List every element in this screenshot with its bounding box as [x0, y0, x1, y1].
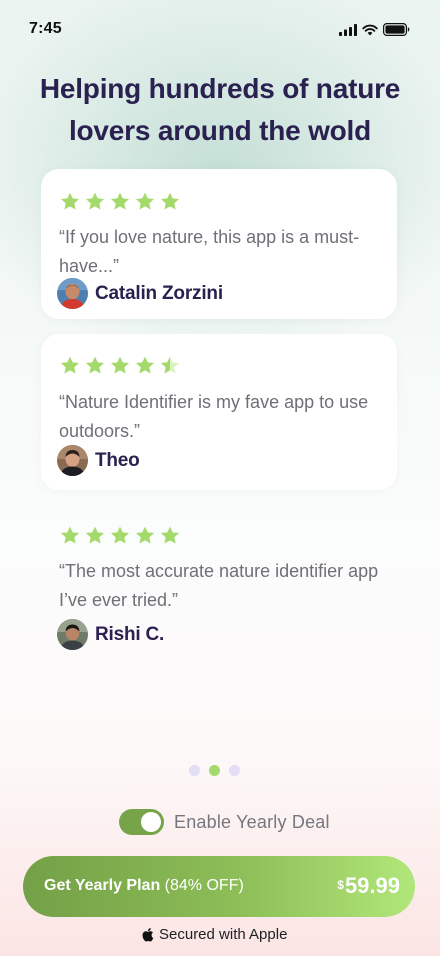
star-icon: [59, 525, 81, 546]
star-rating: [59, 525, 181, 546]
star-icon: [134, 355, 156, 376]
star-rating: [59, 355, 181, 376]
yearly-deal-row: Enable Yearly Deal: [119, 809, 330, 835]
half-star-icon: [159, 355, 181, 376]
review-card: “Nature Identifier is my fave app to use…: [41, 334, 397, 490]
secured-with-apple: Secured with Apple: [141, 926, 287, 943]
star-icon: [109, 355, 131, 376]
cta-discount: (84% OFF): [164, 877, 244, 894]
carousel-pager: [189, 765, 240, 776]
star-icon: [109, 191, 131, 212]
cta-title: Get Yearly Plan: [44, 877, 161, 894]
yearly-deal-label: Enable Yearly Deal: [174, 811, 330, 832]
review-author: Catalin Zorzini: [57, 278, 223, 309]
cta-label: Get Yearly Plan (84% OFF): [44, 877, 244, 895]
currency-symbol: $: [337, 878, 344, 892]
apple-icon: [141, 927, 154, 942]
star-icon: [159, 525, 181, 546]
secured-text: Secured with Apple: [159, 926, 288, 943]
star-icon: [134, 525, 156, 546]
wifi-icon: [362, 24, 378, 36]
review-author: Rishi C.: [57, 619, 164, 650]
review-card: “The most accurate nature identifier app…: [41, 505, 397, 665]
star-icon: [134, 191, 156, 212]
avatar: [57, 445, 88, 476]
author-name: Rishi C.: [95, 623, 165, 645]
review-author: Theo: [57, 445, 140, 476]
cellular-signal-icon: [339, 23, 357, 36]
status-time: 7:45: [29, 20, 62, 37]
author-name: Catalin Zorzini: [95, 282, 223, 304]
star-icon: [84, 191, 106, 212]
star-rating: [59, 191, 181, 212]
star-icon: [159, 191, 181, 212]
pager-dot[interactable]: [229, 765, 240, 776]
author-name: Theo: [95, 449, 140, 471]
star-icon: [84, 355, 106, 376]
toggle-knob: [141, 812, 161, 832]
status-icons: [339, 23, 410, 36]
avatar: [57, 278, 88, 309]
star-icon: [59, 355, 81, 376]
star-icon: [109, 525, 131, 546]
yearly-deal-toggle[interactable]: [119, 809, 164, 835]
pager-dot-active[interactable]: [209, 765, 220, 776]
pager-dot[interactable]: [189, 765, 200, 776]
get-yearly-plan-button[interactable]: Get Yearly Plan (84% OFF) $59.99: [23, 856, 415, 917]
price-value: 59.99: [344, 873, 400, 898]
star-icon: [59, 191, 81, 212]
review-quote: “Nature Identifier is my fave app to use…: [59, 392, 369, 441]
status-bar: 7:45: [0, 0, 440, 60]
star-icon: [84, 525, 106, 546]
avatar: [57, 619, 88, 650]
page-title: Helping hundreds of nature lovers around…: [39, 73, 401, 146]
cta-price: $59.99: [337, 872, 400, 900]
battery-icon: [383, 23, 410, 36]
review-quote: “The most accurate nature identifier app…: [59, 561, 379, 610]
review-card: “If you love nature, this app is a must-…: [41, 169, 397, 319]
paywall-screen: 7:45 Helping hundreds of nature lovers a…: [0, 0, 440, 956]
review-quote: “If you love nature, this app is a must-…: [59, 227, 360, 276]
